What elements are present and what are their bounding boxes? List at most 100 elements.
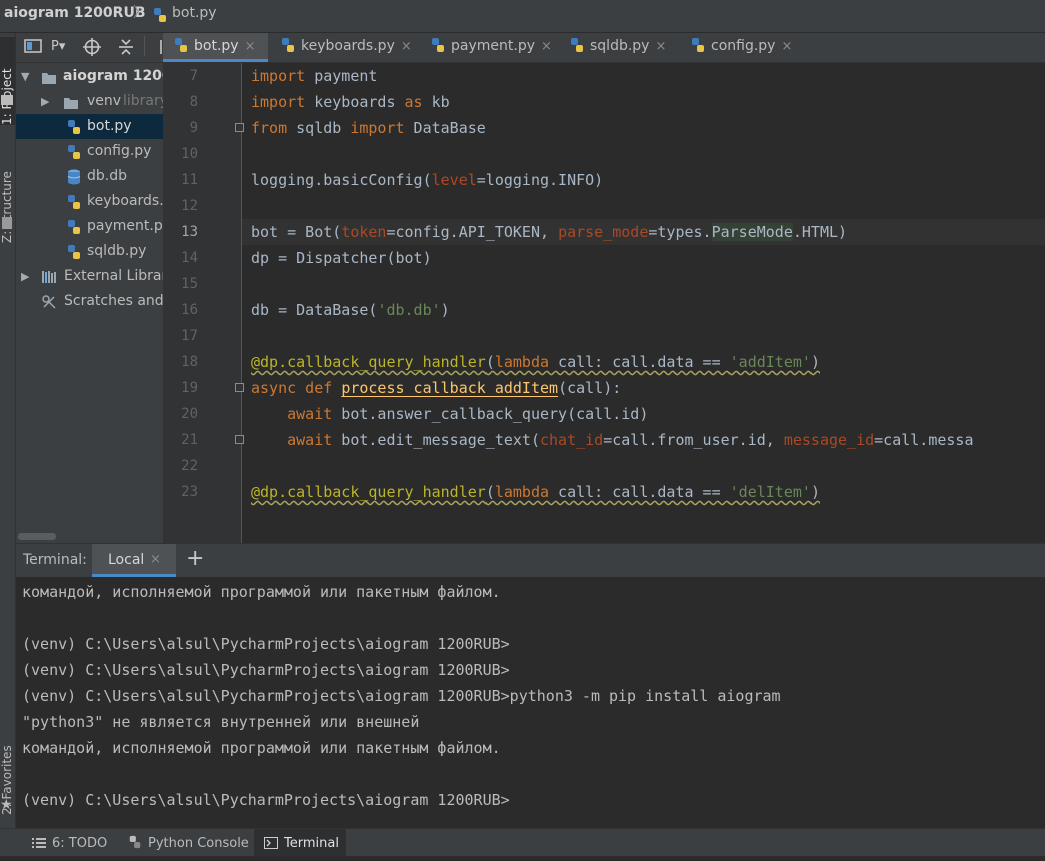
close-icon[interactable]: × [245, 39, 256, 54]
tree-item-scratches[interactable]: Scratches and C [16, 289, 163, 314]
horizontal-scrollbar[interactable] [16, 530, 163, 542]
code-token: 'delItem' [729, 483, 811, 501]
tree-item-root[interactable]: ▼ aiogram 1200 [16, 64, 163, 89]
line-number: 20 [181, 406, 198, 422]
line-number: 8 [189, 94, 198, 110]
tab-label: sqldb.py [590, 38, 650, 54]
code-token: DataBase [404, 119, 486, 137]
project-view-icon[interactable] [24, 38, 42, 58]
code-line[interactable]: async def process_callback_addItem(call)… [251, 375, 621, 401]
close-icon[interactable]: × [541, 39, 552, 54]
tree-item-keyboards-py[interactable]: keyboards.p [16, 189, 163, 214]
code-line[interactable]: await bot.edit_message_text(chat_id=call… [251, 427, 973, 453]
scrollbar-thumb[interactable] [18, 533, 56, 540]
terminal-line: "python3" не является внутренней или вне… [22, 713, 420, 731]
code-line[interactable]: await bot.answer_callback_query(call.id) [251, 401, 648, 427]
terminal-line: (venv) C:\Users\alsul\PycharmProjects\ai… [22, 791, 510, 809]
code-line[interactable]: dp = Dispatcher(bot) [251, 245, 432, 271]
tree-item-payment-py[interactable]: payment.py [16, 214, 163, 239]
code-line[interactable]: @dp.callback_query_handler(lambda call: … [251, 349, 820, 375]
editor-tab-bar: bot.py × keyboards.py × payment.py × sqldb.… [163, 33, 1045, 63]
python-file-icon [432, 38, 444, 52]
python-console-label: Python Console [148, 836, 249, 851]
code-token: ParseMode [711, 223, 793, 241]
line-number: 23 [181, 484, 198, 500]
tab-config-py[interactable]: config.py × [690, 33, 792, 62]
code-token: process_callback_addItem [341, 379, 559, 397]
tree-item-bot-py[interactable]: bot.py [16, 114, 163, 139]
code-line[interactable]: import keyboards as kb [251, 89, 450, 115]
code-editor: bot.py × keyboards.py × payment.py × sqldb.… [163, 33, 1045, 543]
close-icon[interactable]: × [150, 552, 161, 567]
line-number: 9 [189, 120, 198, 136]
line-number: 14 [181, 250, 198, 266]
fold-marker[interactable] [235, 383, 244, 392]
settings-icon[interactable] [156, 38, 163, 60]
todo-tool-button[interactable]: 6: TODO [24, 829, 115, 856]
line-number: 21 [181, 432, 198, 448]
tree-item-external-libraries[interactable]: ▶ External Librari [16, 264, 163, 289]
python-file-icon [571, 38, 583, 52]
project-tool-tab[interactable]: 1: Project [0, 37, 15, 125]
fold-marker[interactable] [235, 123, 244, 132]
code-token: dp = Dispatcher(bot) [251, 249, 432, 267]
code-line[interactable]: bot = Bot(token=config.API_TOKEN, parse_… [251, 219, 847, 245]
chevron-right-icon[interactable]: ▶ [21, 264, 29, 289]
code-line[interactable]: import payment [251, 63, 377, 89]
code-token: sqldb [287, 119, 351, 137]
breadcrumb-separator: 〉 [133, 5, 147, 21]
terminal-tab-label: Local [108, 552, 145, 568]
line-number: 16 [181, 302, 198, 318]
locate-icon[interactable] [83, 38, 101, 60]
tree-item-db-db[interactable]: db.db [16, 164, 163, 189]
navigation-bar: aiogram 1200RUB 〉 bot.py [0, 0, 1045, 33]
tree-item-sqldb-py[interactable]: sqldb.py [16, 239, 163, 264]
terminal-label: Terminal: [23, 552, 87, 568]
new-terminal-button[interactable]: + [186, 546, 204, 571]
chevron-down-icon[interactable]: ▼ [21, 64, 29, 89]
code-token: =types. [648, 223, 712, 241]
collapse-all-icon[interactable] [118, 38, 134, 60]
gutter-divider [241, 63, 242, 543]
breadcrumb-project[interactable]: aiogram 1200RUB [4, 0, 145, 26]
code-token: chat_id [540, 431, 604, 449]
close-icon[interactable]: × [401, 39, 412, 54]
breadcrumb-file[interactable]: bot.py [172, 0, 217, 26]
tab-payment-py[interactable]: payment.py × [430, 33, 552, 62]
close-icon[interactable]: × [781, 39, 792, 54]
star-icon: ★ [0, 797, 13, 813]
code-token: import [350, 119, 405, 137]
terminal-tab-local[interactable]: Local × [92, 544, 176, 577]
code-line[interactable]: from sqldb import DataBase [251, 115, 486, 141]
code-line[interactable]: db = DataBase('db.db') [251, 297, 450, 323]
tree-item-label: venv [87, 93, 122, 109]
tree-item-config-py[interactable]: config.py [16, 139, 163, 164]
python-console-tool-button[interactable]: Python Console [120, 829, 257, 856]
line-number: 18 [181, 354, 198, 370]
code-token: await [287, 431, 333, 449]
code-token: kb [422, 93, 450, 111]
project-view-dropdown[interactable]: P▾ [51, 39, 65, 54]
code-line[interactable]: @dp.callback_query_handler(lambda call: … [251, 479, 820, 505]
python-file-icon [152, 6, 168, 32]
close-icon[interactable]: × [655, 39, 666, 54]
chevron-right-icon[interactable]: ▶ [41, 89, 49, 114]
tab-keyboards-py[interactable]: keyboards.py × [280, 33, 412, 62]
fold-marker[interactable] [235, 435, 244, 444]
code-line[interactable]: logging.basicConfig(level=logging.INFO) [251, 167, 603, 193]
code-token: 'addItem' [729, 353, 811, 371]
tab-bot-py[interactable]: bot.py × [163, 33, 268, 62]
terminal-output[interactable]: командой, исполняемой программой или пак… [16, 577, 1045, 828]
tree-item-label: aiogram 1200 [63, 68, 163, 84]
code-token: 'db.db' [377, 301, 441, 319]
tree-item-venv[interactable]: ▶ venv library [16, 89, 163, 114]
code-token: lambda [494, 483, 550, 501]
tab-label: keyboards.py [301, 38, 395, 54]
code-token: payment [305, 67, 378, 85]
terminal-line: (venv) C:\Users\alsul\PycharmProjects\ai… [22, 635, 510, 653]
terminal-tool-button[interactable]: Terminal [254, 829, 346, 856]
structure-tool-tab-label: Z: Structure [0, 171, 14, 243]
tab-sqldb-py[interactable]: sqldb.py × [569, 33, 666, 62]
code-token: ) [810, 353, 820, 371]
